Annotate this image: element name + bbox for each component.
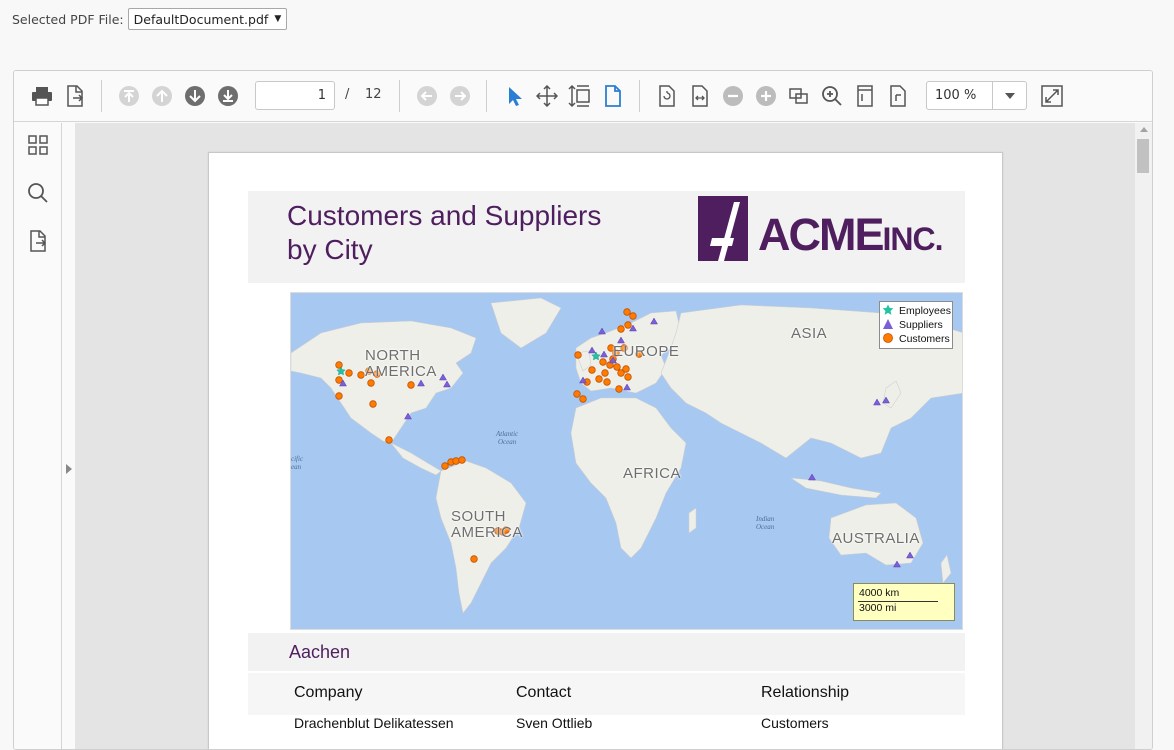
- continuous-scroll-icon[interactable]: [853, 84, 877, 108]
- pdf-page: Customers and Suppliers by City ACMEINC.: [208, 152, 1003, 749]
- file-select-value: DefaultDocument.pdf: [133, 11, 269, 27]
- chevron-down-icon: ▼: [274, 14, 282, 24]
- forward-icon[interactable]: [448, 84, 472, 108]
- city-name: Aachen: [289, 642, 351, 662]
- cell-company: Drachenblut Delikatessen: [294, 715, 454, 731]
- map-label-north-america: NORTH AMERICA: [365, 347, 437, 380]
- cell-contact: Sven Ottlieb: [516, 715, 593, 731]
- fit-page-icon[interactable]: [688, 84, 712, 108]
- scale-km: 4000 km: [859, 587, 900, 599]
- back-icon[interactable]: [415, 84, 439, 108]
- marquee-zoom-icon[interactable]: [568, 84, 592, 108]
- report-header: Customers and Suppliers by City ACMEINC.: [248, 191, 965, 283]
- page-separator: /: [345, 87, 350, 102]
- file-select-dropdown[interactable]: DefaultDocument.pdf ▼: [127, 8, 288, 30]
- page-number-input[interactable]: 1: [255, 81, 335, 110]
- acme-logo: ACMEINC.: [698, 196, 958, 261]
- map-label-asia: ASIA: [791, 325, 828, 342]
- pdf-viewer: 1 / 12 100 % Customers and Suppliers by …: [13, 70, 1153, 750]
- column-header-company: Company: [294, 684, 363, 701]
- thumbnails-icon[interactable]: [26, 133, 50, 157]
- legend-item-customers: Customers: [882, 332, 950, 346]
- star-icon: [882, 304, 896, 318]
- map-label-australia: AUSTRALIA: [832, 530, 920, 547]
- zoom-in-icon[interactable]: [754, 84, 778, 108]
- zoom-out-icon[interactable]: [721, 84, 745, 108]
- legend-item-employees: Employees: [882, 304, 951, 318]
- zoom-value: 100 %: [935, 88, 977, 103]
- scrollbar-thumb[interactable]: [1137, 139, 1149, 173]
- single-page-icon[interactable]: [601, 84, 625, 108]
- map-label-africa: AFRICA: [623, 465, 682, 482]
- report-title-line1: Customers and Suppliers: [287, 200, 602, 231]
- fullscreen-icon[interactable]: [1040, 84, 1064, 108]
- report-title: Customers and Suppliers by City: [287, 199, 667, 267]
- map-label-atlantic: Atlantic Ocean: [496, 430, 519, 446]
- column-header-contact: Contact: [516, 684, 572, 701]
- print-icon[interactable]: [30, 84, 54, 108]
- selection-tool-icon[interactable]: [502, 84, 526, 108]
- zoom-dropdown-button[interactable]: [992, 82, 1027, 109]
- city-header: Aachen: [248, 633, 965, 671]
- sidebar-expand-icon[interactable]: [64, 463, 74, 475]
- map-label-south-america: SOUTH AMERICA: [451, 508, 523, 541]
- map-label-pacific: cific ean: [291, 455, 304, 471]
- page-scroll-icon[interactable]: [886, 84, 910, 108]
- first-page-icon[interactable]: [117, 84, 141, 108]
- export-icon[interactable]: [63, 84, 87, 108]
- circle-icon: [882, 332, 896, 346]
- file-selector-row: Selected PDF File: DefaultDocument.pdf ▼: [12, 8, 288, 30]
- legend-item-suppliers: Suppliers: [882, 318, 943, 332]
- search-icon[interactable]: [26, 181, 50, 205]
- scroll-up-icon[interactable]: [1140, 127, 1148, 132]
- pan-tool-icon[interactable]: [535, 84, 559, 108]
- zoom-select[interactable]: 100 %: [926, 81, 1027, 110]
- acme-logo-mark: [698, 196, 748, 261]
- table-header: Company Contact Relationship: [248, 673, 965, 715]
- map-label-europe: EUROPE: [613, 343, 680, 360]
- cell-relationship: Customers: [761, 715, 829, 731]
- map-label-indian-ocean: Indian Ocean: [756, 515, 775, 531]
- acme-logo-text: ACMEINC.: [758, 209, 944, 260]
- last-page-icon[interactable]: [216, 84, 240, 108]
- document-canvas[interactable]: Customers and Suppliers by City ACMEINC.: [75, 123, 1135, 749]
- world-map: NORTH AMERICA SOUTH AMERICA EUROPE ASIA …: [290, 292, 963, 630]
- viewer-toolbar: 1 / 12 100 %: [14, 71, 1152, 122]
- vertical-scrollbar[interactable]: [1135, 123, 1152, 749]
- export-icon[interactable]: [26, 229, 50, 253]
- file-selector-label: Selected PDF File:: [12, 11, 124, 27]
- fit-width-icon[interactable]: [787, 84, 811, 108]
- viewer-sidebar: [14, 123, 62, 749]
- rotate-icon[interactable]: [655, 84, 679, 108]
- chevron-down-icon: [1005, 92, 1015, 99]
- map-scale-bar: 4000 km 3000 mi: [853, 583, 955, 621]
- column-header-relationship: Relationship: [761, 684, 850, 701]
- previous-page-icon[interactable]: [150, 84, 174, 108]
- next-page-icon[interactable]: [183, 84, 207, 108]
- scale-mi: 3000 mi: [859, 602, 897, 614]
- page-total: 12: [365, 87, 382, 102]
- map-legend: Employees Suppliers Customers: [879, 301, 953, 349]
- report-title-line2: by City: [287, 234, 373, 265]
- zoom-tool-icon[interactable]: [820, 84, 844, 108]
- table-row: Drachenblut Delikatessen Sven Ottlieb Cu…: [248, 715, 965, 735]
- triangle-icon: [882, 318, 896, 332]
